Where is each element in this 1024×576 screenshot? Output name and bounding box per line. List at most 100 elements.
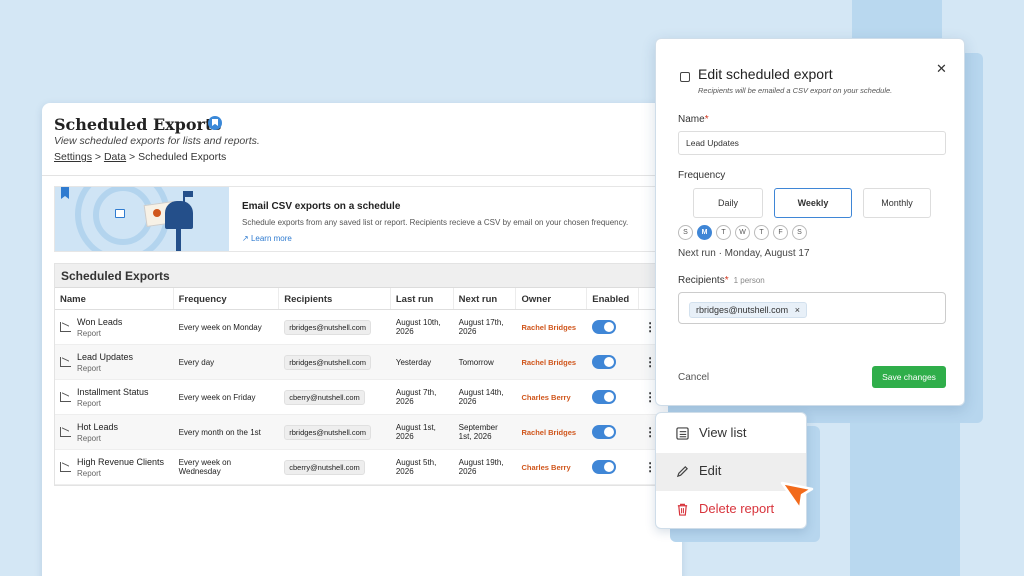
row-type: Report — [77, 328, 102, 338]
row-owner[interactable]: Rachel Bridges — [521, 428, 576, 437]
row-last-run: Yesterday — [395, 357, 432, 367]
row-frequency: Every week on Monday — [178, 322, 262, 332]
breadcrumb-separator: > — [94, 151, 102, 163]
page-subtitle: View scheduled exports for lists and rep… — [54, 135, 260, 147]
day-monday[interactable]: M — [697, 225, 712, 240]
recipient-chip: cberry@nutshell.com — [284, 389, 365, 405]
table-row[interactable]: Won Leads Report Every week on Monday rbr… — [55, 310, 673, 345]
next-run-text: Next run · Monday, August 17 — [678, 248, 810, 259]
row-owner[interactable]: Charles Berry — [521, 463, 570, 472]
row-last-run: August 5th, 2026 — [395, 458, 437, 476]
table-title: Scheduled Exports — [55, 264, 673, 288]
bookmark-icon[interactable] — [208, 116, 222, 130]
banner-title: Email CSV exports on a schedule — [242, 201, 401, 212]
close-icon[interactable]: ✕ — [936, 61, 947, 77]
report-chart-icon — [60, 462, 71, 472]
menu-item-view-list[interactable]: View list — [656, 415, 806, 453]
row-frequency: Every day — [178, 357, 215, 367]
breadcrumb-settings[interactable]: Settings — [54, 151, 92, 163]
table-row[interactable]: Hot Leads Report Every month on the 1st r… — [55, 415, 673, 450]
row-type: Report — [77, 398, 102, 408]
table-row[interactable]: Installment Status Report Every week on F… — [55, 380, 673, 415]
remove-recipient-icon[interactable]: × — [795, 305, 800, 315]
breadcrumb-separator: > — [129, 151, 136, 163]
row-owner[interactable]: Charles Berry — [521, 393, 570, 402]
divider — [42, 175, 682, 176]
calendar-icon — [680, 72, 690, 82]
trash-icon — [677, 503, 688, 516]
frequency-monthly-button[interactable]: Monthly — [863, 188, 931, 218]
list-icon — [676, 427, 689, 440]
row-name[interactable]: High Revenue Clients — [77, 457, 164, 467]
enabled-toggle[interactable] — [592, 390, 617, 404]
learn-more-link[interactable]: ↗ Learn more — [242, 234, 292, 243]
day-thursday[interactable]: T — [754, 225, 769, 240]
name-input[interactable]: Lead Updates — [678, 131, 946, 155]
enabled-toggle[interactable] — [592, 425, 617, 439]
report-chart-icon — [60, 322, 71, 332]
row-last-run: August 1st, 2026 — [395, 423, 436, 441]
learn-more-label: Learn more — [250, 234, 292, 243]
recipient-token[interactable]: rbridges@nutshell.com × — [689, 302, 807, 318]
row-name[interactable]: Won Leads — [77, 317, 122, 327]
enabled-toggle[interactable] — [592, 460, 617, 474]
pencil-icon — [676, 466, 688, 478]
row-name[interactable]: Hot Leads — [77, 422, 118, 432]
recipients-count: 1 person — [733, 276, 765, 285]
column-header-recipients[interactable]: Recipients — [279, 288, 391, 309]
table-header-row: Name Frequency Recipients Last run Next … — [55, 288, 673, 310]
frequency-label: Frequency — [678, 170, 726, 181]
column-header-owner[interactable]: Owner — [516, 288, 588, 309]
external-link-icon: ↗ — [242, 234, 249, 243]
table-row[interactable]: Lead Updates Report Every day rbridges@nu… — [55, 345, 673, 380]
recipient-chip: cberry@nutshell.com — [284, 459, 365, 475]
banner-description: Schedule exports from any saved list or … — [242, 218, 629, 227]
row-last-run: August 10th, 2026 — [395, 318, 441, 336]
frequency-weekly-button[interactable]: Weekly — [774, 188, 852, 218]
menu-item-label: View list — [699, 425, 747, 440]
row-name[interactable]: Installment Status — [77, 387, 149, 397]
column-header-next-run[interactable]: Next run — [454, 288, 517, 309]
column-header-frequency[interactable]: Frequency — [174, 288, 280, 309]
day-tuesday[interactable]: T — [716, 225, 731, 240]
report-chart-icon — [60, 427, 71, 437]
column-header-enabled[interactable]: Enabled — [587, 288, 640, 309]
breadcrumb-data[interactable]: Data — [104, 151, 126, 163]
row-owner[interactable]: Rachel Bridges — [521, 358, 576, 367]
row-frequency: Every month on the 1st — [178, 427, 261, 437]
row-frequency: Every week on Friday — [178, 392, 256, 402]
column-header-name[interactable]: Name — [55, 288, 174, 309]
cancel-button[interactable]: Cancel — [678, 372, 709, 383]
day-wednesday[interactable]: W — [735, 225, 750, 240]
row-name[interactable]: Lead Updates — [77, 352, 133, 362]
row-next-run: August 17th, 2026 — [458, 318, 504, 336]
row-next-run: August 14th, 2026 — [458, 388, 504, 406]
recipients-label: Recipients* 1 person — [678, 275, 765, 286]
row-owner[interactable]: Rachel Bridges — [521, 323, 576, 332]
day-friday[interactable]: F — [773, 225, 788, 240]
report-chart-icon — [60, 357, 71, 367]
edit-export-modal: Edit scheduled export Recipients will be… — [655, 38, 965, 406]
table-row[interactable]: High Revenue Clients Report Every week on… — [55, 450, 673, 485]
frequency-daily-button[interactable]: Daily — [693, 188, 763, 218]
row-next-run: August 19th, 2026 — [458, 458, 504, 476]
modal-title: Edit scheduled export — [698, 66, 833, 82]
day-saturday[interactable]: S — [792, 225, 807, 240]
breadcrumb-current: Scheduled Exports — [138, 151, 227, 163]
column-header-last-run[interactable]: Last run — [391, 288, 454, 309]
recipients-input[interactable]: rbridges@nutshell.com × — [678, 292, 946, 324]
row-last-run: August 7th, 2026 — [395, 388, 437, 406]
exports-table: Scheduled Exports Name Frequency Recipie… — [54, 263, 674, 486]
scheduled-exports-panel: Scheduled Exports View scheduled exports… — [42, 103, 682, 576]
row-type: Report — [77, 363, 102, 373]
row-type: Report — [77, 433, 102, 443]
menu-item-label: Delete report — [699, 501, 775, 516]
row-next-run: Tomorrow — [458, 357, 494, 367]
day-sunday[interactable]: S — [678, 225, 693, 240]
modal-subtitle: Recipients will be emailed a CSV export … — [698, 86, 893, 95]
enabled-toggle[interactable] — [592, 320, 617, 334]
weekday-picker: S M T W T F S — [678, 225, 807, 240]
enabled-toggle[interactable] — [592, 355, 617, 369]
save-changes-button[interactable]: Save changes — [872, 366, 946, 388]
page-title: Scheduled Exports — [54, 115, 222, 134]
